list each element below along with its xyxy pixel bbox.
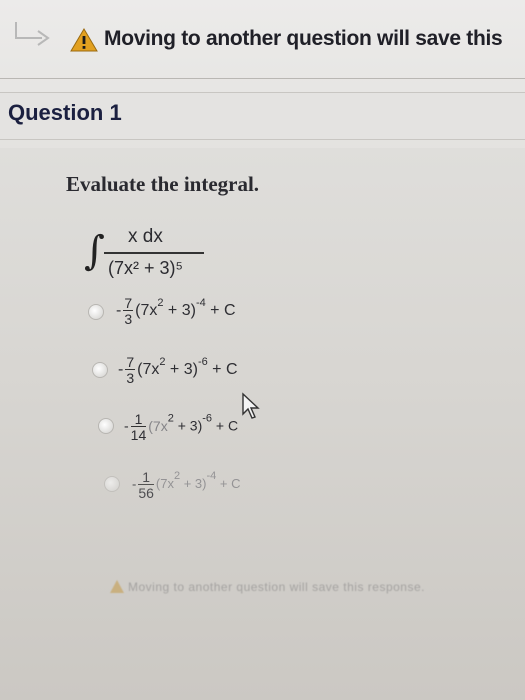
option-a-sign: -: [116, 302, 122, 320]
option-b-tail: + C: [207, 361, 238, 379]
option-a-body: (7x: [135, 302, 158, 320]
screen: Moving to another question will save thi…: [0, 0, 525, 700]
option-d-num: 1: [138, 470, 154, 485]
option-c-exp-outer: -6: [202, 412, 213, 425]
option-d-label[interactable]: -1 56 (7x2 + 3)-4 + C: [132, 470, 240, 500]
footer-save-message: Moving to another question will save thi…: [128, 580, 425, 594]
question-title: Question 1: [8, 100, 122, 125]
save-warning-text: Moving to another question will save thi…: [104, 27, 503, 50]
fraction-bar: [104, 252, 204, 254]
option-c-mid: + 3): [173, 417, 203, 434]
arrow-right-icon: [15, 22, 50, 46]
question-panel: [0, 148, 525, 700]
option-a-label[interactable]: -7 3 (7x2 + 3)-4 + C: [116, 296, 236, 326]
integrand-denominator: (7x² + 3)⁵: [108, 258, 183, 278]
option-c-label[interactable]: -1 14 (7x2 + 3)-6 + C: [124, 412, 238, 442]
option-c-num: 1: [130, 412, 147, 427]
mouse-pointer-icon: [242, 392, 260, 419]
integrand-numerator: x dx: [128, 226, 163, 247]
option-c-radio[interactable]: [98, 418, 114, 434]
option-b-mid: + 3): [165, 361, 198, 379]
option-b-sign: -: [118, 361, 124, 379]
option-a-num: 7: [123, 295, 134, 311]
option-d-radio[interactable]: [104, 476, 120, 492]
divider: [0, 78, 525, 79]
option-a-radio[interactable]: [88, 304, 104, 320]
option-d-sign: -: [132, 476, 137, 492]
option-a-den: 3: [124, 311, 133, 327]
option-a-mid: + 3): [163, 302, 196, 320]
option-a-exp-outer: -4: [195, 297, 206, 310]
option-c-sign: -: [124, 417, 129, 434]
option-c-den: 14: [130, 427, 147, 443]
option-b-num: 7: [125, 354, 136, 370]
warning-icon: [70, 28, 98, 52]
option-a-tail: + C: [205, 302, 236, 320]
option-d-tail: + C: [216, 476, 241, 492]
option-b-label[interactable]: -7 3 (7x2 + 3)-6 + C: [118, 355, 238, 385]
footer-warning-icon: [110, 580, 124, 593]
option-b-radio[interactable]: [92, 362, 108, 378]
option-d-body: (7x: [155, 476, 174, 492]
option-b-den: 3: [126, 370, 135, 386]
option-c-body: (7x: [148, 417, 168, 434]
option-b-exp-outer: -6: [197, 356, 208, 369]
option-c-tail: + C: [212, 417, 239, 434]
option-d-den: 56: [138, 485, 154, 501]
save-warning-banner: Moving to another question will save thi…: [0, 0, 525, 72]
option-d-mid: + 3): [180, 476, 207, 492]
option-b-body: (7x: [137, 361, 160, 379]
option-d-exp-outer: -4: [206, 470, 217, 483]
question-prompt: Evaluate the integral.: [66, 172, 260, 196]
integral-sign-icon: ∫: [84, 228, 105, 274]
